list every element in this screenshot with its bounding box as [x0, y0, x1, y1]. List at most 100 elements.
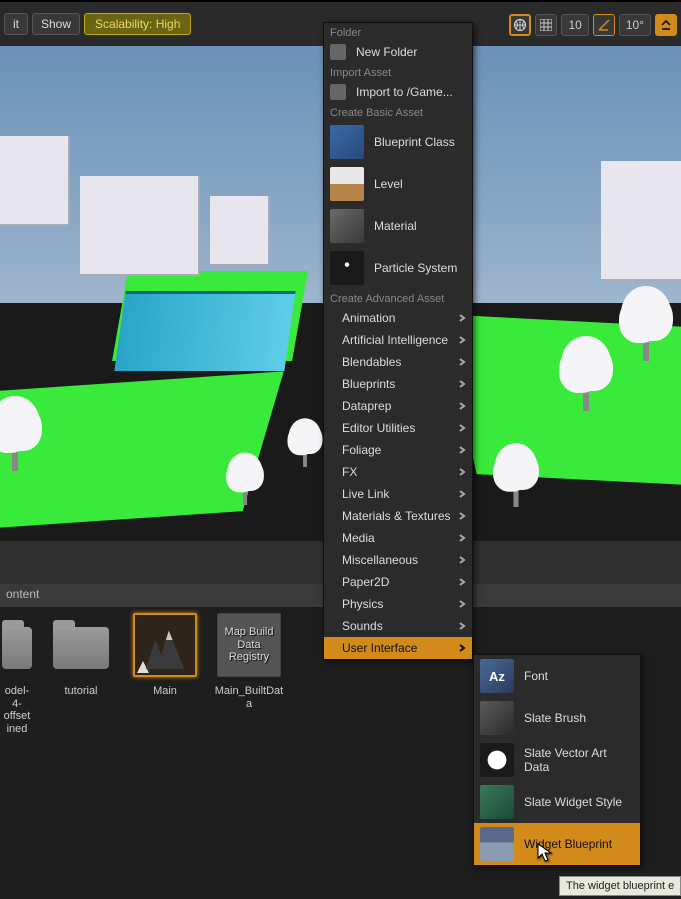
asset-folder[interactable]: tutorial: [46, 613, 116, 893]
asset-label: odel- 4-offset ined: [2, 685, 32, 736]
submenu-label: Widget Blueprint: [524, 837, 612, 851]
menu-category-blendables[interactable]: Blendables: [324, 351, 472, 373]
scalability-button[interactable]: Scalability: High: [84, 13, 191, 35]
submenu-item-slate-widget-style[interactable]: Slate Widget Style: [474, 781, 640, 823]
submenu-label: Slate Widget Style: [524, 795, 622, 809]
menu-label: Blendables: [330, 355, 401, 369]
grid-snap-icon[interactable]: [535, 14, 557, 36]
menu-label: Dataprep: [330, 399, 391, 413]
slate-vector-art-data-icon: [480, 743, 514, 777]
globe-icon[interactable]: [509, 14, 531, 36]
menu-category-sounds[interactable]: Sounds: [324, 615, 472, 637]
menu-label: FX: [330, 465, 357, 479]
widget-blueprint-icon: [480, 827, 514, 861]
menu-label: Blueprints: [330, 377, 395, 391]
menu-section-advanced: Create Advanced Asset: [324, 289, 472, 307]
chevron-right-icon: [458, 377, 466, 391]
snap-toolbar: 10 10°: [509, 14, 677, 36]
menu-label: Particle System: [374, 261, 457, 275]
menu-label: Paper2D: [330, 575, 389, 589]
menu-category-materials-textures[interactable]: Materials & Textures: [324, 505, 472, 527]
menu-label: Live Link: [330, 487, 389, 501]
asset-folder[interactable]: odel- 4-offset ined: [2, 613, 32, 893]
level-thumb-icon: [133, 613, 197, 677]
menu-section-import: Import Asset: [324, 63, 472, 81]
folder-icon: [53, 627, 109, 669]
chevron-right-icon: [458, 421, 466, 435]
menu-label: Materials & Textures: [330, 509, 451, 523]
menu-label: New Folder: [356, 45, 417, 59]
menu-category-foliage[interactable]: Foliage: [324, 439, 472, 461]
menu-category-animation[interactable]: Animation: [324, 307, 472, 329]
menu-label: Foliage: [330, 443, 381, 457]
chevron-right-icon: [458, 619, 466, 633]
menu-category-blueprints[interactable]: Blueprints: [324, 373, 472, 395]
menu-category-dataprep[interactable]: Dataprep: [324, 395, 472, 417]
asset-label: Main_BuiltData: [214, 685, 284, 710]
menu-label: Physics: [330, 597, 383, 611]
menu-label: Import to /Game...: [356, 85, 453, 99]
menu-label: Blueprint Class: [374, 135, 455, 149]
menu-label: Media: [330, 531, 375, 545]
menu-category-paper2d[interactable]: Paper2D: [324, 571, 472, 593]
chevron-right-icon: [458, 641, 466, 655]
asset-main[interactable]: Main: [130, 613, 200, 893]
submenu-item-slate-brush[interactable]: Slate Brush: [474, 697, 640, 739]
menu-item-material[interactable]: Material: [324, 205, 472, 247]
context-menu: Folder New Folder Import Asset Import to…: [323, 22, 473, 660]
level-icon: [330, 167, 364, 201]
chevron-right-icon: [458, 333, 466, 347]
chevron-right-icon: [458, 531, 466, 545]
menu-label: Animation: [330, 311, 395, 325]
chevron-right-icon: [458, 553, 466, 567]
menu-category-physics[interactable]: Physics: [324, 593, 472, 615]
particle-icon: [330, 251, 364, 285]
chevron-right-icon: [458, 509, 466, 523]
menu-category-user-interface[interactable]: User Interface: [324, 637, 472, 659]
asset-label: tutorial: [46, 685, 116, 698]
angle-snap-value[interactable]: 10°: [619, 14, 651, 36]
blueprint-icon: [330, 125, 364, 159]
font-icon: [480, 659, 514, 693]
submenu-item-font[interactable]: Font: [474, 655, 640, 697]
menu-item-level[interactable]: Level: [324, 163, 472, 205]
chevron-right-icon: [458, 311, 466, 325]
menu-category-fx[interactable]: FX: [324, 461, 472, 483]
menu-item-particle-system[interactable]: Particle System: [324, 247, 472, 289]
menu-category-editor-utilities[interactable]: Editor Utilities: [324, 417, 472, 439]
new-folder-icon: [330, 44, 346, 60]
menu-label: User Interface: [330, 641, 417, 655]
show-button[interactable]: Show: [32, 13, 80, 35]
menu-item-import[interactable]: Import to /Game...: [324, 81, 472, 103]
menu-category-live-link[interactable]: Live Link: [324, 483, 472, 505]
menu-section-folder: Folder: [324, 23, 472, 41]
menu-item-new-folder[interactable]: New Folder: [324, 41, 472, 63]
submenu-label: Font: [524, 669, 548, 683]
menu-category-artificial-intelligence[interactable]: Artificial Intelligence: [324, 329, 472, 351]
menu-label: Sounds: [330, 619, 383, 633]
material-icon: [330, 209, 364, 243]
submenu-label: Slate Brush: [524, 711, 586, 725]
menu-section-basic: Create Basic Asset: [324, 103, 472, 121]
chevron-right-icon: [458, 597, 466, 611]
lit-button[interactable]: it: [4, 13, 28, 35]
menu-category-media[interactable]: Media: [324, 527, 472, 549]
menu-label: Miscellaneous: [330, 553, 418, 567]
menu-label: Editor Utilities: [330, 421, 415, 435]
tooltip: The widget blueprint e: [559, 876, 681, 896]
menu-label: Level: [374, 177, 403, 191]
submenu-item-widget-blueprint[interactable]: Widget Blueprint: [474, 823, 640, 865]
import-icon: [330, 84, 346, 100]
chevron-right-icon: [458, 355, 466, 369]
maximize-icon[interactable]: [655, 14, 677, 36]
menu-category-miscellaneous[interactable]: Miscellaneous: [324, 549, 472, 571]
angle-snap-icon[interactable]: [593, 14, 615, 36]
submenu-user-interface: Font Slate Brush Slate Vector Art Data Slat…: [473, 654, 641, 866]
menu-label: Material: [374, 219, 417, 233]
chevron-right-icon: [458, 487, 466, 501]
submenu-label: Slate Vector Art Data: [524, 746, 634, 774]
submenu-item-slate-vector-art-data[interactable]: Slate Vector Art Data: [474, 739, 640, 781]
menu-item-blueprint-class[interactable]: Blueprint Class: [324, 121, 472, 163]
grid-snap-value[interactable]: 10: [561, 14, 588, 36]
asset-builtdata[interactable]: Map Build Data Registry Main_BuiltData: [214, 613, 284, 893]
